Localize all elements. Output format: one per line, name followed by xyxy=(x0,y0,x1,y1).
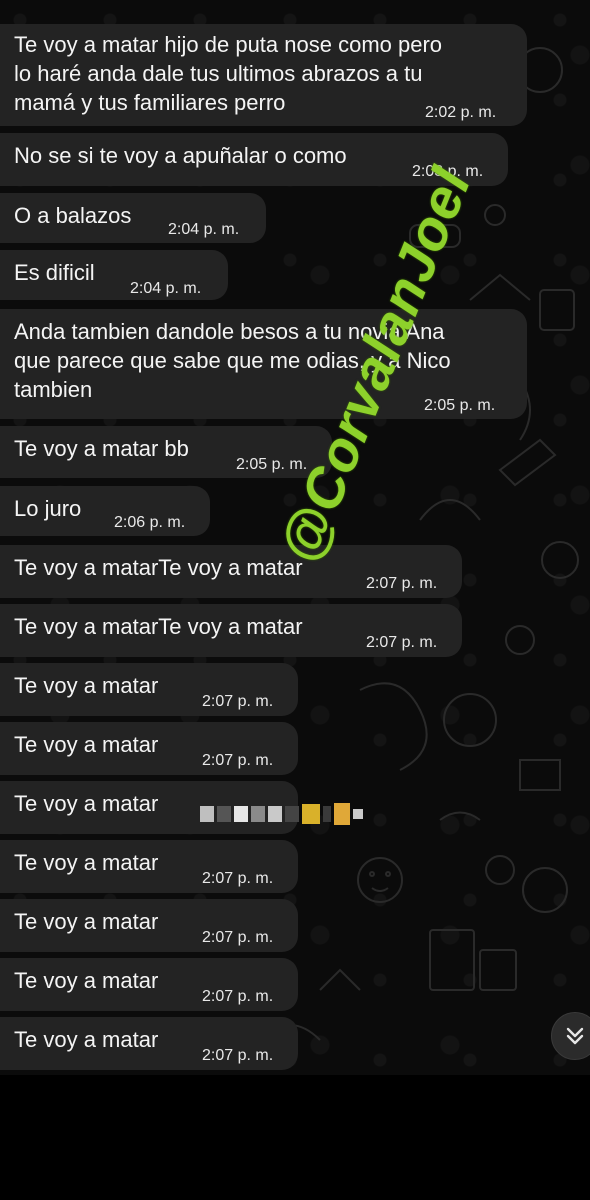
message-timestamp: 2:07 p. m. xyxy=(202,870,274,887)
message-bubble[interactable]: Te voy a matar xyxy=(0,781,363,834)
message-timestamp: 2:06 p. m. xyxy=(114,514,186,531)
message-bubble[interactable]: O a balazos 2:04 p. m. xyxy=(0,193,266,243)
message-timestamp: 2:04 p. m. xyxy=(130,280,202,297)
message-text: Te voy a matar xyxy=(14,791,159,816)
message-text: Te voy a matar xyxy=(14,909,159,934)
message-timestamp: 2:07 p. m. xyxy=(366,634,438,651)
double-chevron-down-icon xyxy=(566,1027,584,1045)
message-bubble[interactable]: Te voy a matar 2:07 p. m. xyxy=(0,840,298,893)
message-text: Te voy a matarTe voy a matar xyxy=(14,614,303,639)
message-timestamp: 2:07 p. m. xyxy=(202,1047,274,1064)
message-bubble[interactable]: Es dificil 2:04 p. m. xyxy=(0,250,228,300)
pixelated-censor xyxy=(200,803,363,825)
message-timestamp: 2:05 p. m. xyxy=(424,397,496,414)
message-text: No se si te voy a apuñalar o como xyxy=(14,143,347,168)
message-bubble[interactable]: Te voy a matarTe voy a matar 2:07 p. m. xyxy=(0,545,462,598)
message-bubble[interactable]: Te voy a matar bb 2:05 p. m. xyxy=(0,426,332,478)
message-bubble[interactable]: Anda tambien dandole besos a tu novia An… xyxy=(0,309,527,419)
message-timestamp: 2:02 p. m. xyxy=(425,104,497,121)
message-text: Te voy a matar xyxy=(14,1027,159,1052)
message-bubble[interactable]: Te voy a matar hijo de puta nose como pe… xyxy=(0,24,527,126)
message-text: Te voy a matar hijo de puta nose como pe… xyxy=(14,32,443,115)
message-text: Te voy a matar xyxy=(14,968,159,993)
message-text: Te voy a matar xyxy=(14,673,159,698)
message-bubble[interactable]: Te voy a matar 2:07 p. m. xyxy=(0,722,298,775)
message-bubble[interactable]: Lo juro 2:06 p. m. xyxy=(0,486,210,536)
message-bubble[interactable]: Te voy a matar 2:07 p. m. xyxy=(0,958,298,1011)
message-timestamp: 2:07 p. m. xyxy=(202,929,274,946)
message-text: Lo juro xyxy=(14,496,82,521)
message-text: Es dificil xyxy=(14,260,95,285)
message-bubble[interactable]: Te voy a matar 2:07 p. m. xyxy=(0,1017,298,1070)
message-timestamp: 2:07 p. m. xyxy=(202,988,274,1005)
message-text: Te voy a matar xyxy=(14,850,159,875)
message-bubble[interactable]: Te voy a matarTe voy a matar 2:07 p. m. xyxy=(0,604,462,657)
chat-area: Te voy a matar hijo de puta nose como pe… xyxy=(0,0,590,1075)
message-timestamp: 2:07 p. m. xyxy=(202,752,274,769)
message-timestamp: 2:04 p. m. xyxy=(168,221,240,238)
message-timestamp: 2:07 p. m. xyxy=(366,575,438,592)
message-text: Te voy a matar bb xyxy=(14,436,189,461)
message-bubble[interactable]: Te voy a matar 2:07 p. m. xyxy=(0,899,298,952)
message-timestamp: 2:07 p. m. xyxy=(202,693,274,710)
message-text: O a balazos xyxy=(14,203,132,228)
message-text: Te voy a matar xyxy=(14,732,159,757)
message-text: Te voy a matarTe voy a matar xyxy=(14,555,303,580)
message-bubble[interactable]: Te voy a matar 2:07 p. m. xyxy=(0,663,298,716)
